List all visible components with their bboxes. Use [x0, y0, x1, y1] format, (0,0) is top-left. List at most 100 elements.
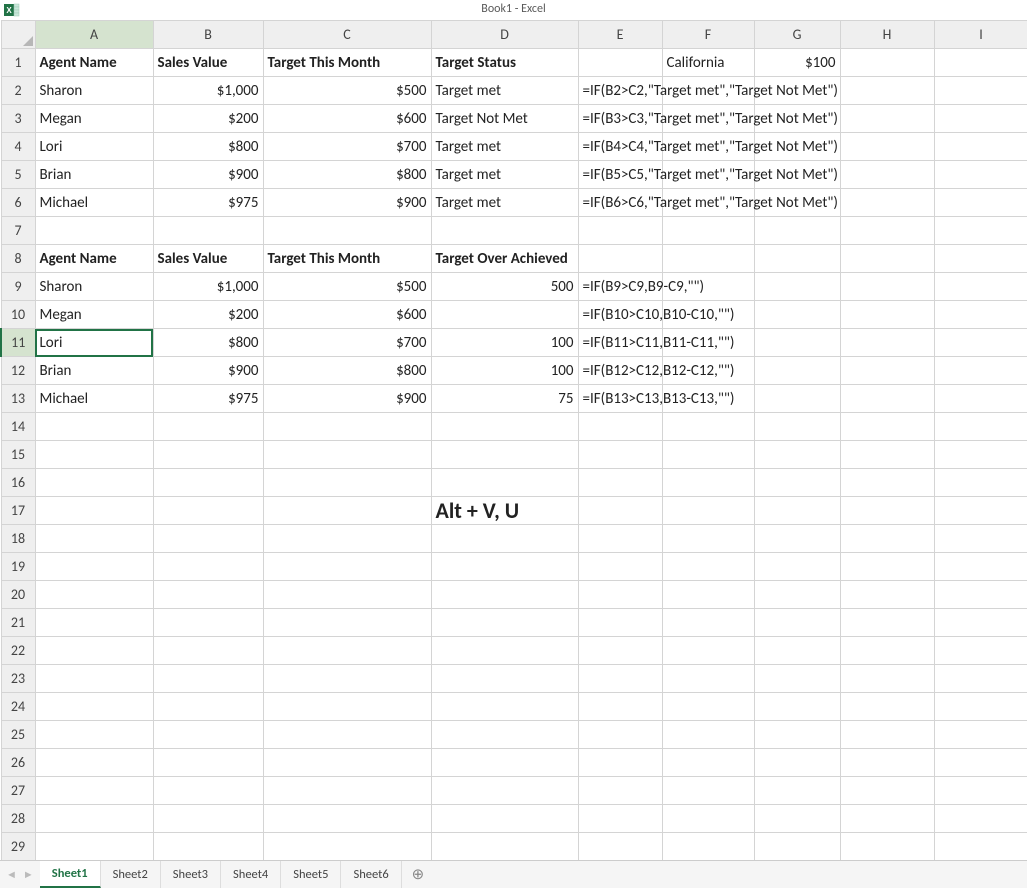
row-header-18[interactable]: 18 [1, 525, 35, 553]
row-header-17[interactable]: 17 [1, 497, 35, 525]
cell-B16[interactable] [153, 469, 263, 497]
cell-I15[interactable] [934, 441, 1027, 469]
cell-B10[interactable]: $200 [153, 301, 263, 329]
cell-I12[interactable] [934, 357, 1027, 385]
cell-F23[interactable] [662, 665, 754, 693]
row-header-4[interactable]: 4 [1, 133, 35, 161]
cell-H21[interactable] [840, 609, 934, 637]
cell-A6[interactable]: Michael [35, 189, 153, 217]
cell-H12[interactable] [840, 357, 934, 385]
cell-C5[interactable]: $800 [263, 161, 431, 189]
row-header-23[interactable]: 23 [1, 665, 35, 693]
cell-G26[interactable] [754, 749, 840, 777]
cell-G16[interactable] [754, 469, 840, 497]
cell-I24[interactable] [934, 693, 1027, 721]
cell-G22[interactable] [754, 637, 840, 665]
cell-A20[interactable] [35, 581, 153, 609]
cell-B14[interactable] [153, 413, 263, 441]
cell-B15[interactable] [153, 441, 263, 469]
cell-B13[interactable]: $975 [153, 385, 263, 413]
row-header-1[interactable]: 1 [1, 49, 35, 77]
cell-I27[interactable] [934, 777, 1027, 805]
col-header-D[interactable]: D [431, 21, 578, 49]
cell-G15[interactable] [754, 441, 840, 469]
spreadsheet-grid[interactable]: ABCDEFGHI1Agent NameSales ValueTarget Th… [0, 20, 1027, 860]
cell-I18[interactable] [934, 525, 1027, 553]
cell-I19[interactable] [934, 553, 1027, 581]
cell-H5[interactable] [840, 161, 934, 189]
cell-D1[interactable]: Target Status [431, 49, 578, 77]
cell-F24[interactable] [662, 693, 754, 721]
cell-H16[interactable] [840, 469, 934, 497]
row-header-25[interactable]: 25 [1, 721, 35, 749]
cell-B23[interactable] [153, 665, 263, 693]
row-header-20[interactable]: 20 [1, 581, 35, 609]
cell-H10[interactable] [840, 301, 934, 329]
cell-I23[interactable] [934, 665, 1027, 693]
cell-F7[interactable] [662, 217, 754, 245]
cell-D3[interactable]: Target Not Met [431, 105, 578, 133]
cell-H9[interactable] [840, 273, 934, 301]
cell-A7[interactable] [35, 217, 153, 245]
cell-C20[interactable] [263, 581, 431, 609]
cell-D7[interactable] [431, 217, 578, 245]
cell-E1[interactable] [578, 49, 662, 77]
cell-F27[interactable] [662, 777, 754, 805]
cell-I1[interactable] [934, 49, 1027, 77]
cell-H3[interactable] [840, 105, 934, 133]
cell-G19[interactable] [754, 553, 840, 581]
cell-E10[interactable]: =IF(B10>C10,B10-C10,"") [578, 301, 662, 329]
cell-F14[interactable] [662, 413, 754, 441]
row-header-28[interactable]: 28 [1, 805, 35, 833]
cell-D26[interactable] [431, 749, 578, 777]
cell-C24[interactable] [263, 693, 431, 721]
cell-F17[interactable] [662, 497, 754, 525]
cell-D11[interactable]: 100 [431, 329, 578, 357]
cell-E5[interactable]: =IF(B5>C5,"Target met","Target Not Met") [578, 161, 662, 189]
cell-C13[interactable]: $900 [263, 385, 431, 413]
cell-B22[interactable] [153, 637, 263, 665]
cell-C28[interactable] [263, 805, 431, 833]
cell-C26[interactable] [263, 749, 431, 777]
row-header-8[interactable]: 8 [1, 245, 35, 273]
cell-B7[interactable] [153, 217, 263, 245]
cell-H24[interactable] [840, 693, 934, 721]
row-header-6[interactable]: 6 [1, 189, 35, 217]
cell-E14[interactable] [578, 413, 662, 441]
cell-B4[interactable]: $800 [153, 133, 263, 161]
cell-H20[interactable] [840, 581, 934, 609]
cell-G13[interactable] [754, 385, 840, 413]
cell-B5[interactable]: $900 [153, 161, 263, 189]
cell-I22[interactable] [934, 637, 1027, 665]
cell-C29[interactable] [263, 833, 431, 861]
cell-D9[interactable]: 500 [431, 273, 578, 301]
cell-A2[interactable]: Sharon [35, 77, 153, 105]
cell-C16[interactable] [263, 469, 431, 497]
cell-C23[interactable] [263, 665, 431, 693]
cell-A12[interactable]: Brian [35, 357, 153, 385]
cell-D25[interactable] [431, 721, 578, 749]
cell-H23[interactable] [840, 665, 934, 693]
cell-G25[interactable] [754, 721, 840, 749]
col-header-I[interactable]: I [934, 21, 1027, 49]
cell-D14[interactable] [431, 413, 578, 441]
cell-D18[interactable] [431, 525, 578, 553]
sheet-tab-sheet5[interactable]: Sheet5 [281, 861, 341, 888]
cell-E27[interactable] [578, 777, 662, 805]
cell-B12[interactable]: $900 [153, 357, 263, 385]
cell-D15[interactable] [431, 441, 578, 469]
row-header-27[interactable]: 27 [1, 777, 35, 805]
cell-F21[interactable] [662, 609, 754, 637]
cell-F28[interactable] [662, 805, 754, 833]
cell-B27[interactable] [153, 777, 263, 805]
row-header-16[interactable]: 16 [1, 469, 35, 497]
cell-C8[interactable]: Target This Month [263, 245, 431, 273]
cell-H17[interactable] [840, 497, 934, 525]
col-header-F[interactable]: F [662, 21, 754, 49]
cell-B1[interactable]: Sales Value [153, 49, 263, 77]
row-header-15[interactable]: 15 [1, 441, 35, 469]
cell-A27[interactable] [35, 777, 153, 805]
cell-E15[interactable] [578, 441, 662, 469]
cell-C19[interactable] [263, 553, 431, 581]
cell-C15[interactable] [263, 441, 431, 469]
